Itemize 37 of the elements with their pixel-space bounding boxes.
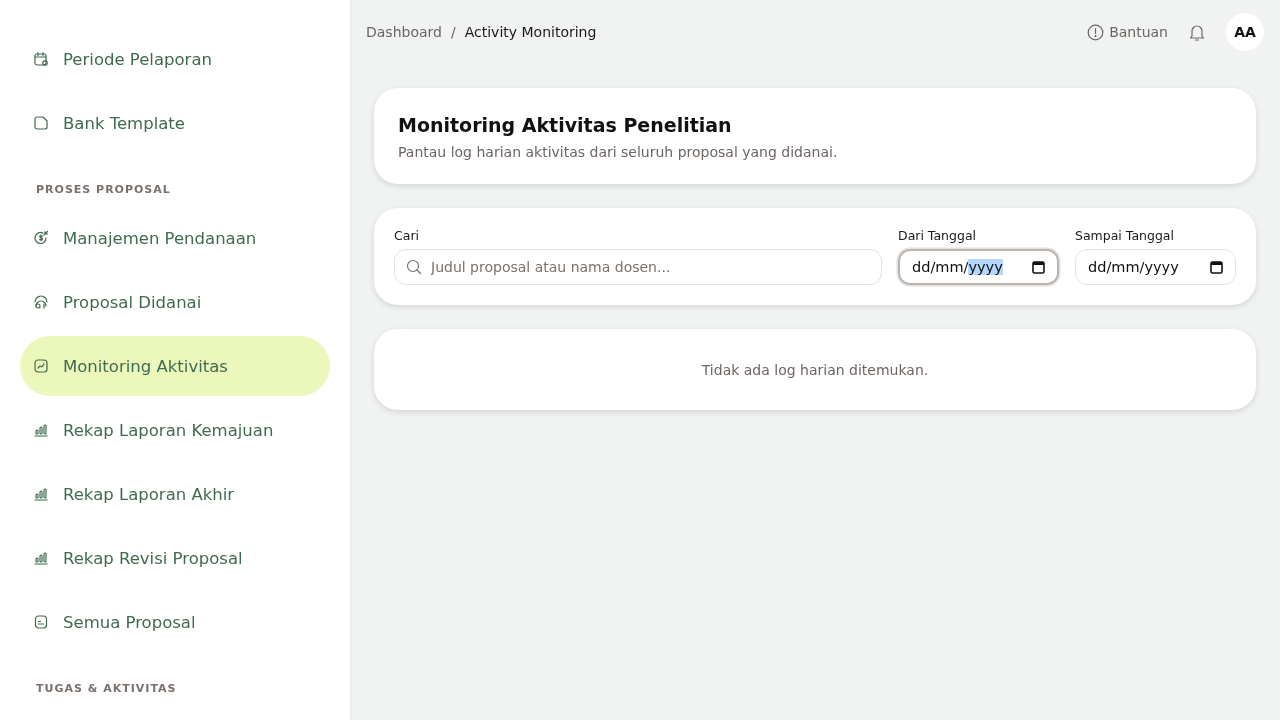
nav-item[interactable]: Bank Template — [20, 93, 330, 153]
section-label: TUGAS & AKTIVITAS — [35, 681, 178, 697]
bar-chart-icon — [33, 422, 49, 438]
date-field[interactable]: dd/mm/yyyy — [1075, 249, 1236, 285]
nav-item[interactable]: Rekap Laporan Kemajuan — [20, 400, 330, 460]
section-label: PROSES PROPOSAL — [35, 182, 172, 198]
user-avatar[interactable]: AA — [1226, 13, 1264, 51]
breadcrumb-current: Activity Monitoring — [464, 24, 597, 40]
note-icon — [33, 115, 49, 131]
calendar-icon[interactable] — [1032, 260, 1045, 274]
nav-item[interactable]: Rekap Laporan Akhir — [20, 464, 330, 524]
page-subtitle: Pantau log harian aktivitas dari seluruh proposal yang didanai. — [398, 144, 839, 160]
nav-item[interactable]: Proposal Didanai — [20, 272, 330, 332]
help-link[interactable]: Bantuan — [1087, 23, 1168, 41]
nav-item[interactable]: Monitoring Aktivitas — [20, 336, 330, 396]
field-label: Cari — [394, 228, 420, 243]
dollar-icon — [33, 230, 49, 246]
nav-item[interactable]: Semua Proposal — [20, 592, 330, 652]
bar-chart-icon — [33, 486, 49, 502]
search-field[interactable]: Judul proposal atau nama dosen... — [394, 249, 882, 285]
breadcrumb-separator: / — [450, 24, 456, 40]
page-title: Monitoring Aktivitas Penelitian — [398, 114, 733, 136]
breadcrumb-link[interactable]: Dashboard — [366, 24, 442, 40]
field-label: Sampai Tanggal — [1075, 228, 1175, 243]
notification-bell-icon[interactable] — [1188, 22, 1206, 42]
info-icon — [1087, 23, 1105, 41]
nav-item[interactable]: Periode Pelaporan — [20, 29, 330, 89]
date-field[interactable]: dd/mm/yyyy — [898, 249, 1059, 285]
empty-state-message: Tidak ada log harian ditemukan. — [374, 329, 1256, 410]
document-icon — [33, 614, 49, 630]
bar-chart-icon — [33, 550, 49, 566]
calendar-icon[interactable] — [1210, 260, 1223, 274]
nav-item[interactable]: Rekap Revisi Proposal — [20, 528, 330, 588]
chart-icon — [33, 358, 49, 374]
field-label: Dari Tanggal — [898, 228, 978, 243]
nav-item[interactable]: Manajemen Pendanaan — [20, 208, 330, 268]
calendar-icon — [33, 51, 49, 67]
